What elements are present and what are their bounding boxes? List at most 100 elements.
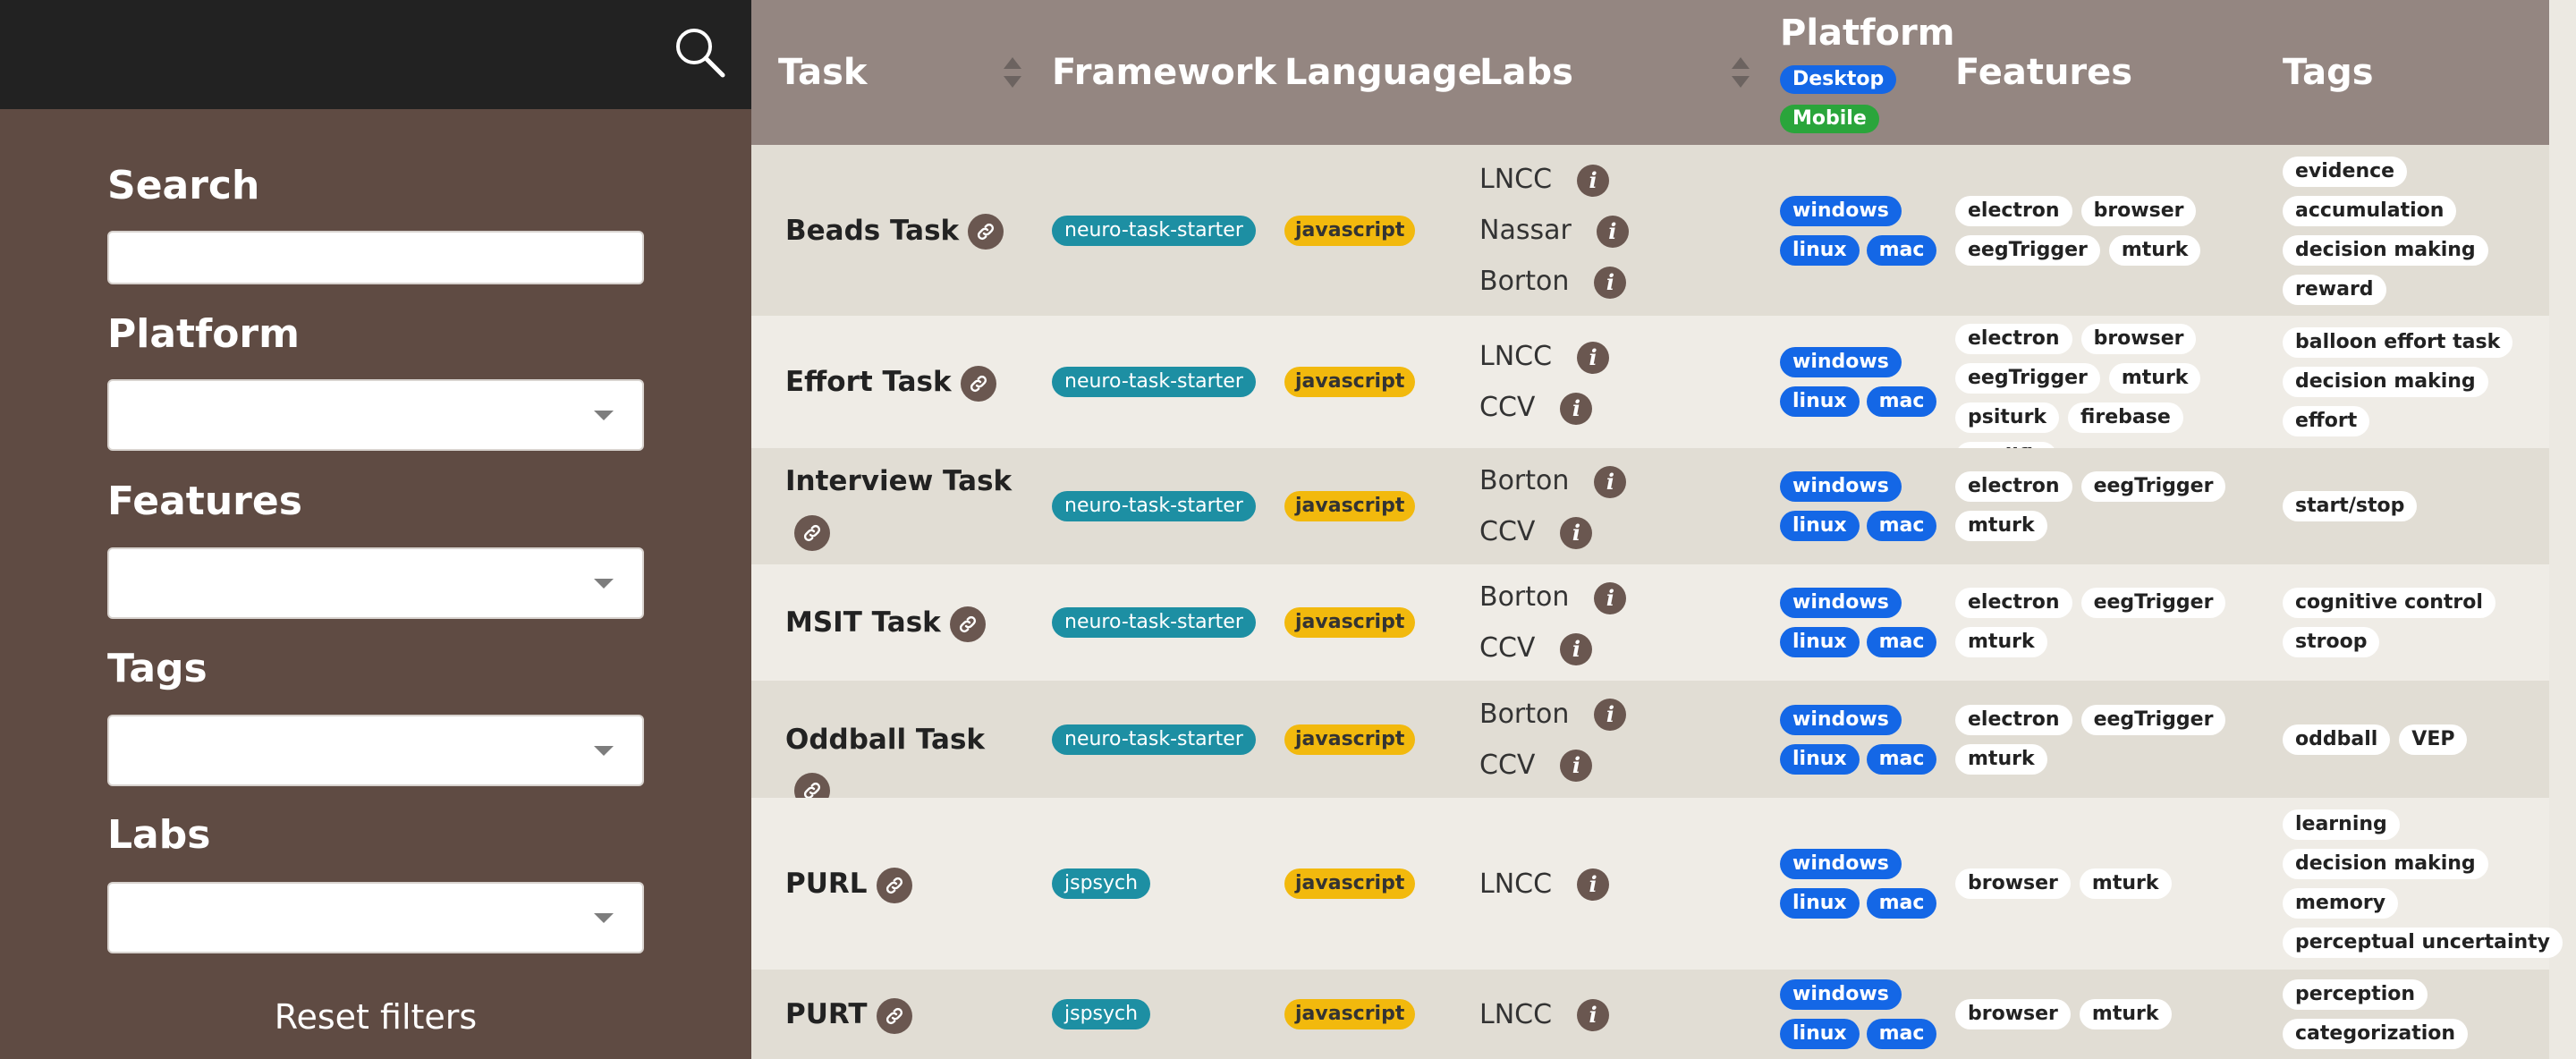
language-cell: javascript [1284,607,1416,638]
task-name[interactable]: Effort Task [785,357,1018,407]
info-icon[interactable]: i [1560,392,1593,425]
labs-select[interactable] [107,882,644,953]
feature-badge: electron [1955,588,2072,618]
platform-cell: windows linux mac [1780,583,1959,662]
table-row: PURT jspsych javascript LNCC i windows linux ma… [751,970,2549,1059]
framework-cell: jspsych [1052,868,1151,899]
lab-name: Nassar [1479,215,1572,246]
info-icon[interactable]: i [1596,215,1629,248]
task-name-text[interactable]: Effort Task [785,366,952,398]
lab-item: Borton i [1479,256,1627,307]
task-name-text[interactable]: PURT [785,998,868,1030]
info-icon[interactable]: i [1577,341,1610,374]
task-name[interactable]: Interview Task [785,456,1018,556]
features-cell: electron browser eegTrigger mturk [1955,191,2277,270]
platform-select[interactable] [107,379,644,451]
sort-icon[interactable] [1004,57,1021,88]
language-badge: javascript [1284,724,1416,755]
platform-badge: windows [1780,195,1902,226]
info-icon[interactable]: i [1594,266,1627,299]
task-name-text[interactable]: MSIT Task [785,606,941,639]
lab-item: LNCC i [1479,331,1610,382]
language-badge: javascript [1284,607,1416,638]
language-cell: javascript [1284,367,1416,397]
features-cell: browser mturk [1955,864,2277,903]
column-header-labs[interactable]: Labs [1479,52,1573,93]
lab-name: CCV [1479,516,1536,547]
table-row: PURL jspsych javascript LNCC i windows linux ma… [751,798,2563,970]
info-icon[interactable]: i [1560,632,1593,665]
lab-item: CCV i [1479,506,1593,557]
platform-badge: linux [1780,511,1860,541]
column-header-language: Language [1284,52,1482,93]
info-icon[interactable]: i [1594,699,1627,731]
link-icon[interactable] [876,997,912,1034]
task-name[interactable]: MSIT Task [785,597,1018,648]
sort-icon[interactable] [1732,57,1750,88]
task-name-text[interactable]: Beads Task [785,215,959,247]
column-header-task[interactable]: Task [778,52,868,93]
lab-item: CCV i [1479,382,1593,433]
info-icon[interactable]: i [1560,750,1593,782]
language-badge: javascript [1284,868,1416,899]
link-icon[interactable] [949,606,986,642]
reset-filters-link[interactable]: Reset filters [0,997,751,1037]
search-input[interactable] [107,231,644,284]
platform-desktop-badge: Desktop [1780,65,1897,94]
platform-badge: windows [1780,588,1902,618]
lab-name: LNCC [1479,341,1553,372]
link-icon[interactable] [960,365,996,402]
task-name-text[interactable]: Interview Task [785,465,1012,497]
framework-badge: neuro-task-starter [1052,491,1256,521]
info-icon[interactable]: i [1594,581,1627,614]
framework-cell: jspsych [1052,999,1151,1029]
link-icon[interactable] [968,214,1004,250]
language-cell: javascript [1284,215,1416,246]
link-icon[interactable] [876,867,912,903]
feature-badge: electron [1955,704,2072,735]
platform-cell: windows linux mac [1780,844,1959,923]
info-icon[interactable]: i [1594,465,1627,498]
link-icon[interactable] [794,514,830,551]
framework-cell: neuro-task-starter [1052,367,1256,397]
info-icon[interactable]: i [1560,516,1593,549]
feature-badge: psiturk [1955,402,2060,433]
features-select[interactable] [107,547,644,619]
framework-badge: jspsych [1052,999,1151,1029]
platform-badge: linux [1780,743,1860,775]
task-name[interactable]: Beads Task [785,206,1018,256]
feature-badge: firebase [2068,402,2183,433]
lab-item: LNCC i [1479,859,1610,910]
tag-badge: perceptual uncertainty [2283,928,2563,958]
features-label: Features [107,479,302,524]
lab-name: LNCC [1479,998,1553,1030]
feature-badge: mturk [2079,999,2172,1029]
search-icon[interactable] [673,25,726,79]
column-header-tags: Tags [2283,52,2374,93]
table-row: Effort Task neuro-task-starter javascript L… [751,316,2549,472]
language-cell: javascript [1284,724,1416,755]
tags-label: Tags [107,646,208,691]
platform-badge: linux [1780,386,1860,417]
feature-badge: browser [2080,324,2197,354]
platform-badge: mac [1866,1019,1937,1049]
task-name[interactable]: PURT [785,989,1018,1039]
feature-badge: browser [1955,868,2071,899]
info-icon[interactable]: i [1577,164,1610,197]
labs-cell: LNCC iCCV i [1479,331,1748,433]
framework-badge: neuro-task-starter [1052,215,1256,246]
tags-cell: learning decision making memory perceptual … [2283,805,2563,962]
platform-cell: windows linux mac [1780,343,1959,421]
task-name-text[interactable]: Oddball Task [785,724,985,756]
platform-badge: mac [1866,386,1937,417]
info-icon[interactable]: i [1577,999,1610,1031]
feature-badge: mturk [2108,363,2201,394]
tags-cell: cognitive control stroop [2283,583,2549,662]
framework-cell: neuro-task-starter [1052,491,1256,521]
tags-select[interactable] [107,715,644,786]
tag-badge: start/stop [2283,491,2418,521]
task-name-text[interactable]: PURL [785,868,868,900]
info-icon[interactable]: i [1577,868,1610,901]
task-name[interactable]: PURL [785,859,1018,909]
tag-badge: memory [2283,888,2399,919]
